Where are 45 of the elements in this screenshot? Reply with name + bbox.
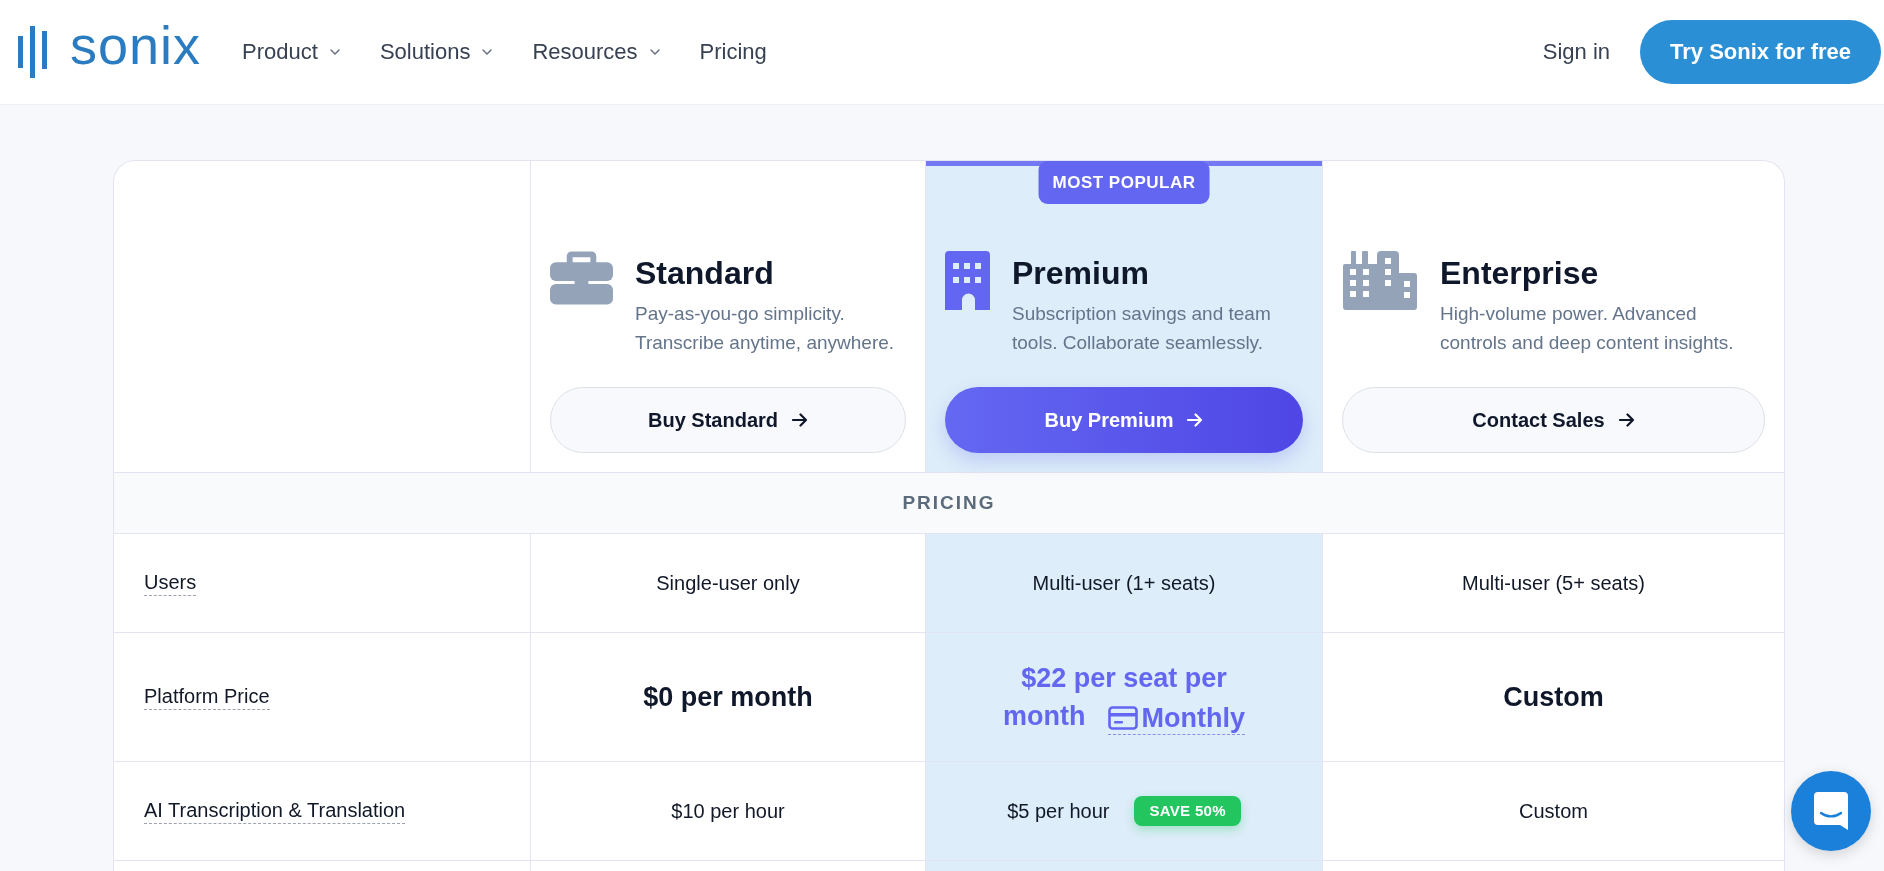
section-header: PRICING [114, 472, 1784, 533]
nav-link[interactable]: Resources [532, 39, 660, 65]
row-label[interactable]: Platform Price [144, 684, 270, 710]
plan-name: Premium [1012, 254, 1150, 293]
briefcase-icon [550, 251, 613, 305]
cell-text: Single-user only [656, 571, 800, 595]
factory-icon [1342, 251, 1418, 310]
cell-text: Multi-user (5+ seats) [1462, 571, 1645, 595]
cell-text: $10 per hour [671, 799, 785, 823]
chevron-icon [329, 49, 340, 55]
plan-button[interactable]: Buy Premium [945, 387, 1303, 453]
row-label[interactable]: Users [144, 570, 197, 596]
plan-name: Standard [635, 254, 775, 293]
chevron-icon [649, 49, 660, 55]
try-free-button[interactable]: Try Sonix for free [1640, 20, 1881, 84]
nav-link[interactable]: Pricing [699, 39, 767, 65]
arrow-icon [1618, 413, 1635, 427]
billing-link[interactable]: Monthly [1107, 702, 1245, 735]
arrow-icon [1187, 413, 1204, 427]
price-text: Custom [1503, 681, 1604, 714]
plan-description: High-volume power. Advanced controls and deep content insights. [1440, 302, 1735, 355]
cell-text: $5 per hour [1007, 799, 1110, 823]
chat-button[interactable] [1791, 771, 1871, 851]
plan-description: Pay-as-you-go simplicity. Transcribe anytime, anywhere. [635, 302, 896, 355]
row-label[interactable]: AI Transcription & Translation [144, 798, 406, 824]
cell-text: Custom [1519, 799, 1588, 823]
building-icon [945, 251, 990, 310]
nav-link[interactable]: Product [242, 39, 340, 65]
nav-link[interactable]: Solutions [379, 39, 493, 65]
price-text: $0 per month [643, 681, 813, 714]
cell-text: Multi-user (1+ seats) [1032, 571, 1216, 595]
logo-text[interactable]: sonix [70, 18, 202, 72]
plan-button[interactable]: Contact Sales [1342, 387, 1765, 453]
sign-in-link[interactable]: Sign in [1542, 39, 1611, 65]
logo-icon[interactable] [18, 26, 48, 78]
chevron-icon [482, 49, 493, 55]
popular-badge: MOST POPULAR [1038, 161, 1210, 204]
plan-description: Subscription savings and team tools. Collaborate seamlessly. [1012, 302, 1272, 355]
discount-badge: SAVE 50% [1134, 796, 1241, 826]
price-text: $22 per seat per month Monthly [1002, 662, 1246, 735]
arrow-icon [792, 413, 808, 427]
credit-card-icon [1107, 706, 1138, 730]
chat-icon [1814, 792, 1848, 830]
plan-name: Enterprise [1440, 254, 1600, 293]
plan-button[interactable]: Buy Standard [550, 387, 906, 453]
